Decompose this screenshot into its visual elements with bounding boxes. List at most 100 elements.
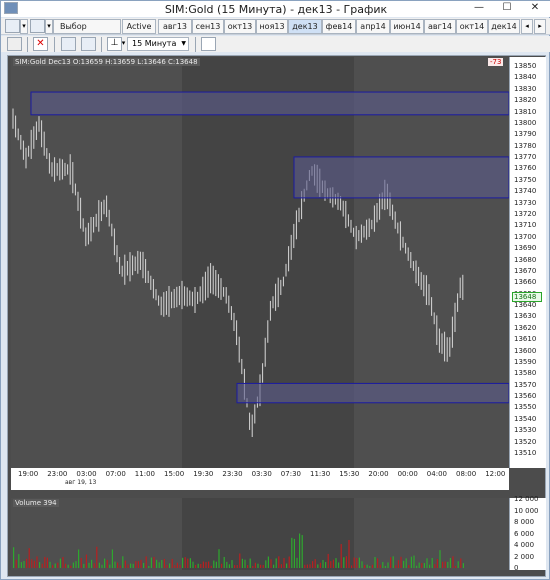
- time-tick-label: 12:00: [485, 470, 506, 478]
- volume-bar: [182, 557, 184, 568]
- volume-bar: [137, 561, 139, 568]
- price-chart[interactable]: [11, 57, 509, 468]
- volume-bar: [28, 548, 30, 568]
- volume-bar: [156, 559, 158, 568]
- volume-bar: [364, 565, 366, 568]
- cloud-dropdown-icon[interactable]: ▾: [45, 19, 53, 34]
- maximize-button[interactable]: ☐: [495, 1, 519, 16]
- price-tick-label: 13630: [514, 312, 537, 321]
- tab-contract[interactable]: фев14: [322, 19, 356, 34]
- volume-bar: [405, 558, 407, 568]
- tab-contract[interactable]: ноя13: [256, 19, 288, 34]
- volume-bar: [288, 556, 290, 568]
- volume-bar: [270, 559, 272, 568]
- price-zone-rectangle: [30, 91, 509, 116]
- layout-icon[interactable]: [201, 37, 216, 51]
- delete-icon[interactable]: ✕: [33, 37, 48, 51]
- cloud-icon[interactable]: [30, 19, 45, 33]
- properties-icon[interactable]: [81, 37, 96, 51]
- scroll-right-icon[interactable]: ▸: [534, 19, 546, 34]
- volume-bar: [169, 563, 171, 568]
- volume-bar: [15, 559, 17, 568]
- volume-bar: [31, 559, 33, 568]
- volume-bar: [18, 554, 20, 568]
- volume-tick-label: 8 000: [514, 518, 535, 526]
- volume-bar: [215, 561, 217, 568]
- price-tick-label: 13810: [514, 107, 537, 116]
- scroll-left-icon[interactable]: ◂: [521, 19, 533, 34]
- tab-contract-active[interactable]: дек13: [288, 19, 322, 34]
- volume-bar: [239, 553, 241, 568]
- volume-bar: [161, 560, 163, 568]
- price-tick-label: 13520: [514, 437, 537, 446]
- cursor-icon[interactable]: [7, 37, 22, 51]
- tab-contract[interactable]: авг14: [424, 19, 456, 34]
- time-tick-label: 03:30: [251, 470, 272, 478]
- volume-bar: [39, 562, 41, 568]
- print-dropdown-icon[interactable]: ▾: [20, 19, 28, 34]
- print-icon[interactable]: [5, 19, 20, 33]
- tab-contract[interactable]: окт14: [456, 19, 488, 34]
- volume-bar: [410, 556, 412, 568]
- volume-tick-label: 0: [514, 564, 519, 572]
- tab-contract[interactable]: дек14: [488, 19, 520, 34]
- change-badge: -73: [488, 58, 504, 66]
- volume-bar: [200, 563, 202, 568]
- active-button[interactable]: Active: [122, 19, 156, 34]
- timeframe-select[interactable]: 15 Минута ▼: [127, 37, 189, 51]
- volume-bar: [291, 537, 293, 568]
- volume-bar: [228, 564, 230, 568]
- volume-bar: [106, 559, 108, 568]
- volume-bar: [455, 565, 457, 568]
- volume-bar: [163, 558, 165, 568]
- volume-bar: [96, 546, 98, 568]
- tab-contract[interactable]: окт13: [224, 19, 256, 34]
- volume-bar: [369, 565, 371, 568]
- volume-bar: [262, 565, 264, 568]
- bar-type-dropdown-icon[interactable]: ▾: [120, 37, 127, 52]
- volume-chart[interactable]: [11, 498, 509, 570]
- volume-bar: [278, 556, 280, 568]
- volume-bar: [78, 549, 80, 568]
- volume-bar: [231, 560, 233, 568]
- price-tick-label: 13620: [514, 323, 537, 332]
- price-tick-label: 13640: [514, 301, 537, 310]
- price-axis[interactable]: 13850 13840 13830 13820 13810 13800 13790 13780…: [509, 57, 546, 468]
- title-bar: SIM:Gold (15 Минута) - дек13 - График — …: [1, 1, 550, 17]
- volume-bar: [140, 559, 142, 568]
- volume-bar: [390, 557, 392, 568]
- price-tick-label: 13580: [514, 369, 537, 378]
- volume-bar: [158, 562, 160, 568]
- tab-contract[interactable]: апр14: [356, 19, 390, 34]
- volume-tick-label: 2 000: [514, 552, 535, 561]
- price-tick-label: 13820: [514, 96, 537, 105]
- tab-contract[interactable]: авг13: [158, 19, 192, 34]
- tab-contract[interactable]: сен13: [192, 19, 224, 34]
- volume-bar: [330, 561, 332, 568]
- volume-bar: [338, 562, 340, 568]
- copy-icon[interactable]: [61, 37, 76, 51]
- date-label: авг 19, 13: [65, 479, 97, 486]
- time-tick-label: 03:00: [76, 470, 97, 478]
- price-tick-label: 13510: [514, 449, 537, 457]
- volume-bar: [179, 564, 181, 568]
- volume-bar: [273, 564, 275, 568]
- volume-bar: [65, 563, 67, 568]
- price-tick-label: 13600: [514, 346, 537, 355]
- volume-bar: [46, 557, 48, 568]
- volume-bar: [130, 563, 132, 568]
- close-button[interactable]: ✕: [523, 1, 547, 16]
- volume-axis: 12 000 10 000 8 000 6 000 4 000 2 000 0: [509, 495, 546, 572]
- time-axis[interactable]: авг 19, 13 19:00 23:00 03:00 07:00 11:00 15:0…: [11, 468, 509, 490]
- volume-bar: [358, 557, 360, 568]
- volume-bar: [202, 561, 204, 568]
- volume-bar: [205, 562, 207, 568]
- volume-bar: [187, 558, 189, 568]
- volume-bar: [447, 561, 449, 568]
- strategy-select[interactable]: Выбор Стратегии: [53, 19, 121, 44]
- time-tick-label: 04:00: [426, 470, 447, 478]
- price-tick-label: 13800: [514, 118, 537, 127]
- tab-contract[interactable]: июн14: [390, 19, 424, 34]
- minimize-button[interactable]: —: [467, 1, 491, 16]
- volume-bar: [88, 562, 90, 568]
